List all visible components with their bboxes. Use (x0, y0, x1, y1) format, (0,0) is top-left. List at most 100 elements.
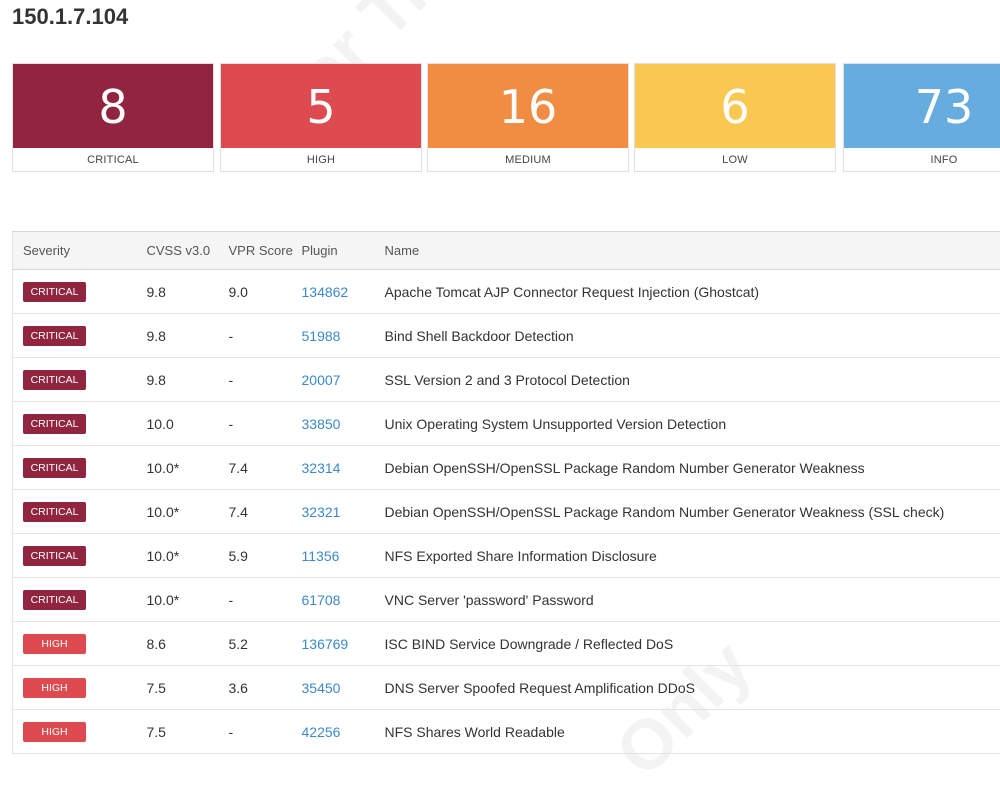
vulnerability-name-cell: NFS Exported Share Information Disclosur… (385, 534, 1000, 578)
summary-low-label: LOW (635, 148, 835, 172)
cvss-cell: 7.5 (147, 666, 229, 710)
vulnerability-name-cell: Unix Operating System Unsupported Versio… (385, 402, 1000, 446)
severity-cell: CRITICAL (13, 578, 147, 622)
vulnerability-name-cell: Apache Tomcat AJP Connector Request Inje… (385, 270, 1000, 314)
plugin-cell: 61708 (302, 578, 385, 622)
plugin-cell: 32321 (302, 490, 385, 534)
table-row[interactable]: HIGH 7.5-42256 NFS Shares World Readable (13, 710, 1000, 754)
cvss-cell: 8.6 (147, 622, 229, 666)
vpr-cell: 3.6 (229, 666, 302, 710)
summary-info[interactable]: 73 INFO (843, 63, 1000, 172)
table-row[interactable]: CRITICAL9.89.0134862 Apache Tomcat AJP Co… (13, 270, 1000, 314)
plugin-link[interactable]: 51988 (302, 328, 341, 344)
header-plugin[interactable]: Plugin (302, 232, 385, 270)
plugin-link[interactable]: 32314 (302, 460, 341, 476)
vpr-cell: 9.0 (229, 270, 302, 314)
severity-summary: 8 CRITICAL 5 HIGH 16 MEDIUM 6 LOW 73 INF… (12, 63, 1000, 173)
summary-critical[interactable]: 8 CRITICAL (12, 63, 214, 172)
plugin-cell: 32314 (302, 446, 385, 490)
plugin-link[interactable]: 42256 (302, 724, 341, 740)
plugin-link[interactable]: 35450 (302, 680, 341, 696)
vpr-cell: - (229, 358, 302, 402)
severity-badge: CRITICAL (23, 370, 86, 390)
table-row[interactable]: CRITICAL 9.8-51988 Bind Shell Backdoor Det… (13, 314, 1000, 358)
summary-high[interactable]: 5 HIGH (220, 63, 422, 172)
plugin-link[interactable]: 32321 (302, 504, 341, 520)
cvss-cell: 10.0* (147, 534, 229, 578)
summary-low[interactable]: 6 LOW (634, 63, 836, 172)
plugin-cell: 35450 (302, 666, 385, 710)
cvss-cell: 10.0* (147, 490, 229, 534)
table-header-row: Severity CVSS v3.0 VPR Score Plugin Name (13, 232, 1000, 270)
severity-badge: CRITICAL (23, 458, 86, 478)
vulnerability-name-cell: VNC Server 'password' Password (385, 578, 1000, 622)
table-row[interactable]: CRITICAL10.0*5.911356 NFS Exported Share … (13, 534, 1000, 578)
cvss-cell: 7.5 (147, 710, 229, 754)
summary-critical-label: CRITICAL (13, 148, 213, 172)
severity-badge: HIGH (23, 722, 86, 742)
plugin-link[interactable]: 33850 (302, 416, 341, 432)
plugin-link[interactable]: 11356 (302, 548, 340, 564)
severity-badge: CRITICAL (23, 414, 86, 434)
summary-low-count: 6 (635, 64, 835, 148)
table-row[interactable]: HIGH 8.65.2136769 ISC BIND Service Downgra… (13, 622, 1000, 666)
header-cvss[interactable]: CVSS v3.0 (147, 232, 229, 270)
severity-cell: CRITICAL (13, 270, 147, 314)
table-row[interactable]: CRITICAL10.0*7.432321Debian OpenSSH/Open… (13, 490, 1000, 534)
vpr-cell: 5.9 (229, 534, 302, 578)
table-row[interactable]: CRITICAL10.0*-61708VNC Server 'password'… (13, 578, 1000, 622)
summary-info-label: INFO (844, 148, 1000, 172)
severity-cell: CRITICAL (13, 534, 147, 578)
plugin-link[interactable]: 136769 (302, 636, 349, 652)
vpr-cell: - (229, 710, 302, 754)
vulnerability-name-cell: Bind Shell Backdoor Detection (385, 314, 1000, 358)
plugin-cell: 136769 (302, 622, 385, 666)
severity-cell: CRITICAL (13, 446, 147, 490)
header-name[interactable]: Name (385, 232, 1000, 270)
severity-badge: CRITICAL (23, 326, 86, 346)
vulnerability-name-cell: Debian OpenSSH/OpenSSL Package Random Nu… (385, 446, 1000, 490)
summary-info-count: 73 (844, 64, 1000, 148)
table-row[interactable]: CRITICAL10.0*7.432314Debian OpenSSH/Open… (13, 446, 1000, 490)
plugin-link[interactable]: 61708 (302, 592, 341, 608)
cvss-cell: 9.8 (147, 314, 229, 358)
cvss-cell: 10.0* (147, 578, 229, 622)
host-title: 150.1.7.104 (12, 4, 128, 30)
severity-cell: HIGH (13, 666, 147, 710)
header-severity[interactable]: Severity (13, 232, 147, 270)
severity-cell: CRITICAL (13, 490, 147, 534)
plugin-cell: 33850 (302, 402, 385, 446)
header-vpr[interactable]: VPR Score (229, 232, 302, 270)
severity-cell: HIGH (13, 710, 147, 754)
summary-critical-count: 8 (13, 64, 213, 148)
cvss-cell: 9.8 (147, 270, 229, 314)
vulnerability-name-cell: NFS Shares World Readable (385, 710, 1000, 754)
vpr-cell: 7.4 (229, 490, 302, 534)
vulnerability-name-cell: DNS Server Spoofed Request Amplification… (385, 666, 1000, 710)
summary-medium-count: 16 (428, 64, 628, 148)
vpr-cell: - (229, 402, 302, 446)
severity-badge: HIGH (23, 634, 86, 654)
vulnerability-name-cell: ISC BIND Service Downgrade / Reflected D… (385, 622, 1000, 666)
plugin-link[interactable]: 134862 (302, 284, 349, 300)
summary-medium-label: MEDIUM (428, 148, 628, 172)
plugin-link[interactable]: 20007 (302, 372, 341, 388)
table-row[interactable]: CRITICAL 9.8-20007 SSL Version 2 and 3 Pro… (13, 358, 1000, 402)
plugin-cell: 20007 (302, 358, 385, 402)
severity-badge: CRITICAL (23, 502, 86, 522)
cvss-cell: 9.8 (147, 358, 229, 402)
plugin-cell: 134862 (302, 270, 385, 314)
plugin-cell: 11356 (302, 534, 385, 578)
vulnerability-name-cell: SSL Version 2 and 3 Protocol Detection (385, 358, 1000, 402)
vulnerability-table: Severity CVSS v3.0 VPR Score Plugin Name… (12, 231, 1000, 754)
severity-badge: CRITICAL (23, 590, 86, 610)
cvss-cell: 10.0* (147, 446, 229, 490)
table-row[interactable]: HIGH7.53.635450 DNS Server Spoofed Reques… (13, 666, 1000, 710)
table-row[interactable]: CRITICAL 10.0-33850 Unix Operating System … (13, 402, 1000, 446)
vpr-cell: 5.2 (229, 622, 302, 666)
summary-medium[interactable]: 16 MEDIUM (427, 63, 629, 172)
vpr-cell: - (229, 314, 302, 358)
severity-cell: HIGH (13, 622, 147, 666)
severity-cell: CRITICAL (13, 358, 147, 402)
cvss-cell: 10.0 (147, 402, 229, 446)
